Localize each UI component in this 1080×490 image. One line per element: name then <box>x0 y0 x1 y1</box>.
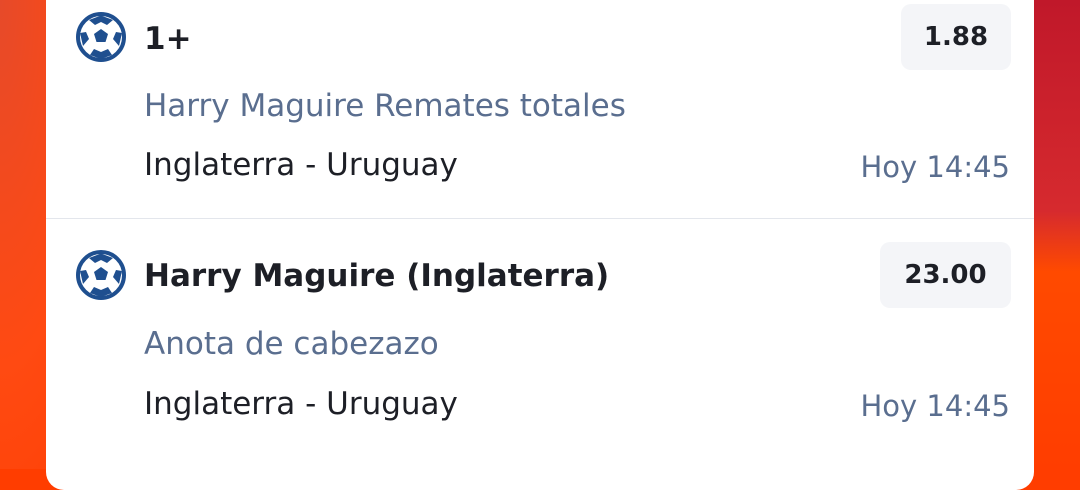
soccer-ball-icon <box>75 11 127 63</box>
bet-item: Harry Maguire (Inglaterra) 23.00 Anota d… <box>46 219 1034 449</box>
bet-selection: Harry Maguire (Inglaterra) <box>144 258 610 294</box>
bet-item: 1+ 1.88 Harry Maguire Remates totales In… <box>46 0 1034 218</box>
soccer-ball-icon <box>75 249 127 301</box>
bet-selection: 1+ <box>144 21 192 57</box>
odds-button[interactable]: 1.88 <box>901 4 1011 70</box>
bet-market: Anota de cabezazo <box>144 326 439 362</box>
odds-value: 23.00 <box>904 260 987 290</box>
bet-slip-card: 1+ 1.88 Harry Maguire Remates totales In… <box>46 0 1034 490</box>
odds-button[interactable]: 23.00 <box>880 242 1011 308</box>
match-name: Inglaterra - Uruguay <box>144 386 458 422</box>
odds-value: 1.88 <box>923 22 989 52</box>
match-time: Hoy 14:45 <box>860 150 1010 184</box>
match-name: Inglaterra - Uruguay <box>144 147 458 183</box>
match-time: Hoy 14:45 <box>860 389 1010 423</box>
bet-market: Harry Maguire Remates totales <box>144 88 626 124</box>
